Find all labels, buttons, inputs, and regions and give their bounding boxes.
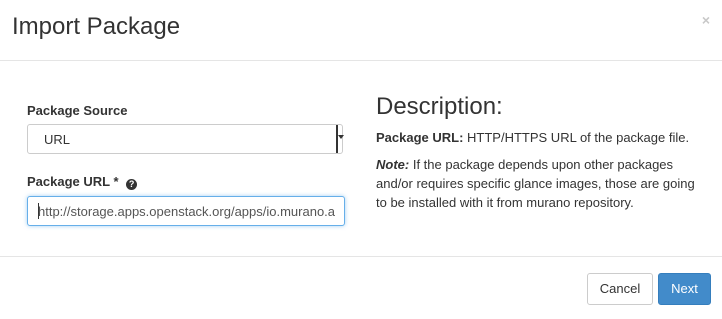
package-url-label-row: Package URL * ? — [27, 174, 138, 190]
package-source-select[interactable]: URL — [27, 124, 344, 154]
package-url-input[interactable]: http://storage.apps.openstack.org/apps/i… — [27, 196, 345, 226]
cancel-button[interactable]: Cancel — [587, 273, 653, 305]
required-mark: * — [113, 174, 119, 189]
footer-divider — [0, 256, 722, 257]
close-icon[interactable]: × — [702, 10, 710, 30]
package-source-label: Package Source — [27, 103, 128, 118]
description-note-text: Note: If the package depends upon other … — [376, 155, 696, 212]
description-note-label: Note: — [376, 157, 410, 172]
description-note-body: If the package depends upon other packag… — [376, 157, 695, 210]
dialog-header: Import Package × — [0, 0, 722, 56]
package-url-value: http://storage.apps.openstack.org/apps/i… — [38, 204, 336, 219]
description-title: Description: — [376, 93, 503, 120]
header-divider — [0, 60, 722, 61]
chevron-down-icon — [336, 125, 344, 153]
import-package-dialog: Import Package × Package Source URL Pack… — [0, 0, 722, 319]
help-icon[interactable]: ? — [126, 179, 138, 190]
description-url-body: HTTP/HTTPS URL of the package file. — [463, 130, 690, 145]
dialog-title: Import Package — [12, 13, 181, 40]
description-url-text: Package URL: HTTP/HTTPS URL of the packa… — [376, 128, 696, 147]
description-url-label: Package URL: — [376, 130, 464, 145]
next-button[interactable]: Next — [658, 273, 711, 305]
package-url-label: Package URL — [27, 174, 110, 189]
package-source-value: URL — [44, 132, 71, 147]
